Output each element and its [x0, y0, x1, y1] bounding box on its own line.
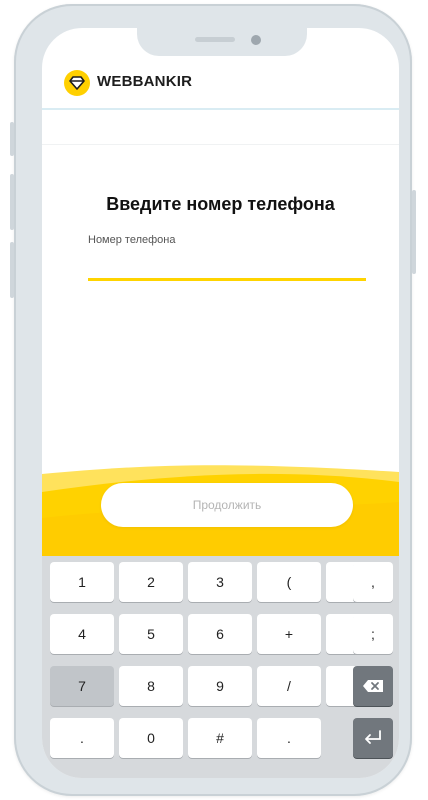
enter-icon [365, 730, 381, 744]
key-4[interactable]: 4 [50, 614, 114, 654]
backspace-key[interactable] [353, 666, 393, 706]
volume-down-button [10, 242, 14, 298]
numeric-keyboard: 1 2 3 ( ) 4 5 6 + - 7 8 9 / N . 0 # . [42, 556, 399, 778]
phone-input[interactable] [88, 253, 366, 281]
brand-name: WEBBANKIR [97, 73, 193, 90]
mute-switch [10, 122, 14, 156]
phone-field-label: Номер телефона [88, 234, 176, 246]
key-1[interactable]: 1 [50, 562, 114, 602]
key-7[interactable]: 7 [50, 666, 114, 706]
enter-key[interactable] [353, 718, 393, 758]
divider [42, 144, 399, 145]
key-slash[interactable]: / [257, 666, 321, 706]
camera [251, 35, 261, 45]
key-3[interactable]: 3 [188, 562, 252, 602]
key-open-paren[interactable]: ( [257, 562, 321, 602]
power-button [412, 190, 416, 274]
key-comma[interactable]: , [353, 562, 393, 602]
key-9[interactable]: 9 [188, 666, 252, 706]
diamond-logo-icon [64, 70, 90, 96]
page-title: Введите номер телефона [106, 194, 335, 214]
key-8[interactable]: 8 [119, 666, 183, 706]
volume-up-button [10, 174, 14, 230]
key-hash[interactable]: # [188, 718, 252, 758]
app-header: WEBBANKIR [42, 56, 399, 110]
key-0[interactable]: 0 [119, 718, 183, 758]
notch [137, 28, 307, 56]
key-5[interactable]: 5 [119, 614, 183, 654]
key-dot-left[interactable]: . [50, 718, 114, 758]
speaker [195, 37, 235, 42]
continue-button[interactable]: Продолжить [101, 483, 353, 527]
key-dot-right[interactable]: . [257, 718, 321, 758]
key-6[interactable]: 6 [188, 614, 252, 654]
key-plus[interactable]: + [257, 614, 321, 654]
key-semicolon[interactable]: ; [353, 614, 393, 654]
key-2[interactable]: 2 [119, 562, 183, 602]
backspace-icon [363, 680, 383, 692]
screen: WEBBANKIR Введите номер телефона Номер т… [42, 28, 399, 778]
